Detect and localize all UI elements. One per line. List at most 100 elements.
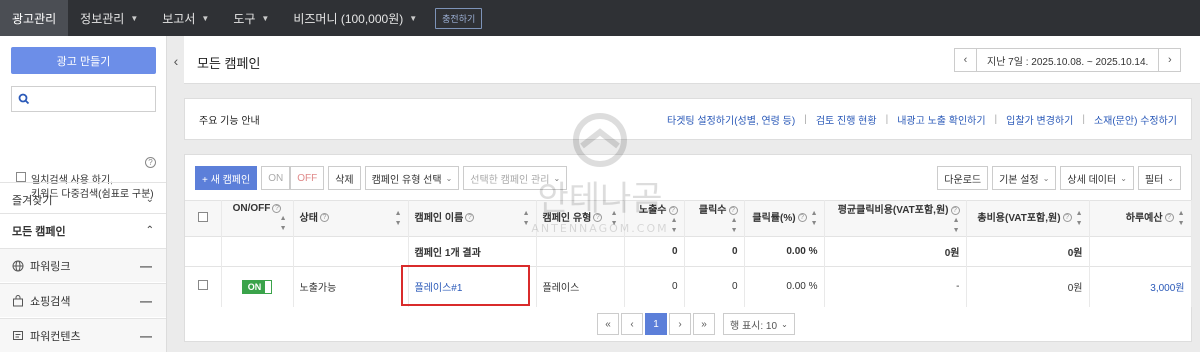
content-icon [13, 330, 23, 340]
sort-icon[interactable]: ▲ ▼ [671, 216, 678, 236]
row-impressions: 0 [624, 266, 685, 307]
col-ctr[interactable]: 클릭률(%)? ▲ ▼ [744, 200, 825, 237]
table-row[interactable]: ON 노출가능 플레이스#1 플레이스 0 0 0.00 % - 0원 3,00… [185, 266, 1192, 307]
select-all-cell [185, 200, 222, 237]
col-onoff[interactable]: ON/OFF? ▲ ▼ [221, 200, 294, 237]
sidebar-search-input[interactable] [11, 86, 156, 112]
page-button-current[interactable]: 1 [645, 313, 667, 335]
filter-select[interactable]: 필터 ⌄ [1137, 166, 1181, 190]
sort-icon[interactable]: ▲ ▼ [811, 209, 818, 229]
collapse-icon[interactable]: — [140, 259, 152, 273]
on-off-toggle[interactable]: ON [241, 279, 273, 294]
help-icon[interactable]: ? [272, 203, 282, 213]
summary-label: 캠페인 1개 결과 [408, 236, 537, 267]
chevron-down-icon: ▼ [130, 13, 139, 23]
col-impressions[interactable]: 노출수? ▲ ▼ [624, 200, 685, 237]
col-status[interactable]: 상태? ▲ ▼ [293, 200, 409, 237]
campaign-type-select[interactable]: 캠페인 유형 선택 ⌄ [364, 166, 460, 190]
nav-reports[interactable]: 보고서 ▼ [150, 0, 221, 36]
summary-cost: 0원 [966, 236, 1090, 267]
chevron-up-icon: ⌃ [145, 225, 154, 236]
nav-info-management[interactable]: 정보관리 ▼ [68, 0, 150, 36]
col-avg-cpc[interactable]: 평균클릭비용(VAT포함,원)? ▲ ▼ [824, 200, 967, 237]
new-campaign-button[interactable]: + 새 캠페인 [195, 166, 258, 190]
delete-button[interactable]: 삭제 [328, 166, 361, 190]
chevron-down-icon: ▼ [409, 13, 418, 23]
help-icon[interactable]: ? [145, 157, 156, 168]
feature-guide: 주요 기능 안내 타겟팅 설정하기(성별, 연령 등) | 검토 진행 현황 |… [184, 98, 1192, 140]
collapse-icon[interactable]: — [140, 329, 152, 343]
nav-bizmoney[interactable]: 비즈머니 (100,000원) ▼ [281, 0, 429, 36]
divider: | [1082, 113, 1085, 125]
sidebar-all-campaigns[interactable]: 모든 캠페인 ⌃ [0, 213, 166, 247]
sort-icon[interactable]: ▲ ▼ [395, 209, 402, 229]
row-status: 노출가능 [293, 266, 409, 307]
chevron-right-icon[interactable]: › [1158, 49, 1180, 71]
help-icon[interactable]: ? [797, 213, 807, 223]
sort-icon[interactable]: ▲ ▼ [280, 214, 287, 234]
prev-page-button[interactable]: ‹ [621, 313, 643, 335]
nav-ad-management[interactable]: 광고관리 [0, 0, 69, 36]
col-total-cost[interactable]: 총비용(VAT포함,원)? ▲ ▼ [966, 200, 1090, 237]
off-button[interactable]: OFF [290, 166, 325, 190]
nav-tools[interactable]: 도구 ▼ [221, 0, 281, 36]
sort-icon[interactable]: ▲ ▼ [611, 209, 618, 229]
col-clicks[interactable]: 클릭수? ▲ ▼ [684, 200, 745, 237]
guide-link-creative[interactable]: 소재(문안) 수정하기 [1094, 112, 1177, 127]
sidebar-collapse-icon[interactable]: ‹ [168, 36, 184, 86]
collapse-icon[interactable]: — [140, 294, 152, 308]
summary-cpc: 0원 [824, 236, 967, 267]
date-range-selector[interactable]: ‹ 지난 7일 : 2025.10.08. ~ 2025.10.14. › [954, 48, 1182, 72]
download-button[interactable]: 다운로드 [937, 166, 989, 190]
sidebar-item-powercontents[interactable]: 파워컨텐츠 — [0, 318, 166, 352]
guide-link-review[interactable]: 검토 진행 현황 [816, 112, 877, 127]
sidebar-favorites[interactable]: 즐겨찾기 ⌄ [0, 182, 166, 216]
row-campaign-type: 플레이스 [536, 266, 625, 307]
chevron-down-icon: ▼ [261, 13, 270, 23]
last-page-button[interactable]: » [693, 313, 715, 335]
sort-icon[interactable]: ▲ ▼ [1178, 209, 1185, 229]
guide-link-exposure[interactable]: 내광고 노출 확인하기 [897, 112, 985, 127]
sort-icon[interactable]: ▲ ▼ [523, 209, 530, 229]
row-daily-budget[interactable]: 3,000원 [1089, 266, 1192, 307]
date-range-label[interactable]: 지난 7일 : 2025.10.08. ~ 2025.10.14. [977, 49, 1158, 71]
detail-data-select[interactable]: 상세 데이터 ⌄ [1060, 166, 1134, 190]
col-campaign-name[interactable]: 캠페인 이름? ▲ ▼ [408, 200, 537, 237]
help-icon[interactable]: ? [1062, 213, 1072, 223]
charge-button[interactable]: 충전하기 [435, 7, 483, 29]
help-icon[interactable]: ? [668, 205, 678, 215]
col-campaign-type[interactable]: 캠페인 유형? ▲ ▼ [536, 200, 625, 237]
help-icon[interactable]: ? [1164, 213, 1174, 223]
search-icon [18, 93, 30, 105]
row-cost: 0원 [966, 266, 1090, 307]
help-icon[interactable]: ? [465, 213, 475, 223]
guide-link-targeting[interactable]: 타겟팅 설정하기(성별, 연령 등) [667, 112, 795, 127]
help-icon[interactable]: ? [593, 213, 603, 223]
on-button[interactable]: ON [261, 166, 291, 190]
chevron-left-icon[interactable]: ‹ [955, 49, 977, 71]
sort-icon[interactable]: ▲ ▼ [731, 216, 738, 236]
row-checkbox[interactable] [197, 280, 208, 291]
sort-icon[interactable]: ▲ ▼ [1076, 209, 1083, 229]
manage-selected-select[interactable]: 선택한 캠페인 관리 ⌄ [463, 166, 568, 190]
rows-per-page-select[interactable]: 행 표시: 10 ⌄ [723, 313, 795, 335]
create-ad-button[interactable]: 광고 만들기 [11, 47, 156, 74]
help-icon[interactable]: ? [950, 205, 960, 215]
guide-link-bid[interactable]: 입찰가 변경하기 [1006, 112, 1073, 127]
exact-match-checkbox[interactable] [16, 172, 26, 182]
first-page-button[interactable]: « [597, 313, 619, 335]
help-icon[interactable]: ? [728, 205, 738, 215]
globe-icon [12, 260, 24, 271]
basic-setting-select[interactable]: 기본 설정 ⌄ [992, 166, 1057, 190]
sidebar-item-powerlink[interactable]: 파워링크 — [0, 248, 166, 282]
next-page-button[interactable]: › [669, 313, 691, 335]
chevron-down-icon: ▼ [201, 13, 210, 23]
col-daily-budget[interactable]: 하루예산? ▲ ▼ [1089, 200, 1192, 237]
summary-row: 캠페인 1개 결과 0 0 0.00 % 0원 0원 [185, 236, 1192, 267]
select-all-checkbox[interactable] [197, 212, 208, 222]
sidebar-item-shopping[interactable]: 쇼핑검색 — [0, 283, 166, 317]
sort-icon[interactable]: ▲ ▼ [953, 216, 960, 236]
help-icon[interactable]: ? [319, 213, 329, 223]
table-header-row: ON/OFF? ▲ ▼ 상태? ▲ ▼ 캠페인 이름? ▲ ▼ 캠페인 유형? ▲ ▼ 노출수… [185, 200, 1192, 237]
page-header: 모든 캠페인 ‹ 지난 7일 : 2025.10.08. ~ 2025.10.1… [184, 36, 1200, 84]
